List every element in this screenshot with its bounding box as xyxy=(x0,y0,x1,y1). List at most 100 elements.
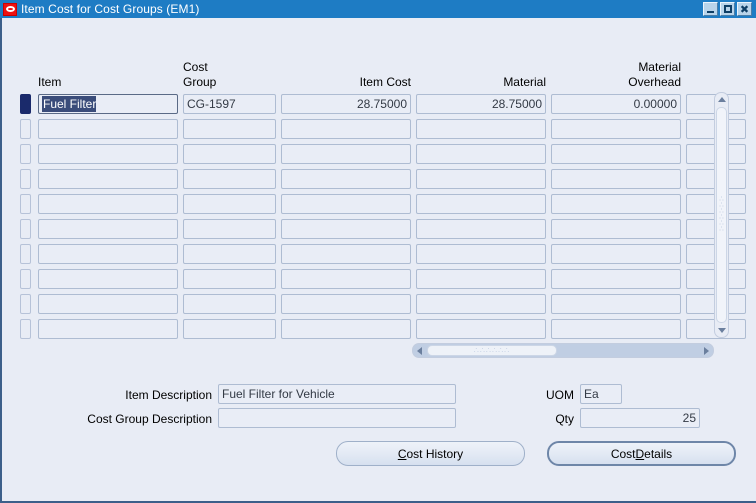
close-button[interactable]: ✖ xyxy=(737,2,752,16)
cell-cost_group[interactable] xyxy=(183,319,276,339)
cell-material[interactable] xyxy=(416,194,546,214)
cell-material[interactable] xyxy=(416,319,546,339)
table-row[interactable] xyxy=(20,167,746,192)
cell-item[interactable] xyxy=(38,319,178,339)
cell-material[interactable] xyxy=(416,219,546,239)
minimize-button[interactable] xyxy=(703,2,718,16)
table-row[interactable] xyxy=(20,242,746,267)
record-indicator[interactable] xyxy=(20,294,31,314)
cell-material[interactable] xyxy=(416,169,546,189)
maximize-button[interactable] xyxy=(720,2,735,16)
cell-item_cost[interactable] xyxy=(281,244,411,264)
cell-material_overhead[interactable]: 0.00000 xyxy=(551,94,681,114)
vertical-scroll-thumb[interactable]: ∴ ∴ ∴ ∴ ∴ ∴ xyxy=(716,107,727,323)
cell-item[interactable] xyxy=(38,169,178,189)
column-header-cost_group: Cost Group xyxy=(183,60,217,89)
record-indicator[interactable] xyxy=(20,219,31,239)
cell-item_cost[interactable] xyxy=(281,144,411,164)
cost-history-mnemonic: C xyxy=(397,446,407,461)
scroll-right-arrow-icon[interactable] xyxy=(700,344,713,357)
cell-cost_group[interactable] xyxy=(183,119,276,139)
close-icon: ✖ xyxy=(739,2,750,16)
cell-material[interactable] xyxy=(416,244,546,264)
uom-label: UOM xyxy=(546,388,574,402)
cell-material_overhead[interactable] xyxy=(551,244,681,264)
table-row[interactable] xyxy=(20,217,746,242)
cell-item_cost[interactable] xyxy=(281,294,411,314)
cell-item[interactable] xyxy=(38,244,178,264)
table-row[interactable] xyxy=(20,267,746,292)
cell-material[interactable]: 28.75000 xyxy=(416,94,546,114)
column-header-material: Material xyxy=(503,75,546,89)
uom-field[interactable]: Ea xyxy=(580,384,622,404)
cell-item_cost[interactable] xyxy=(281,194,411,214)
cost-group-description-field[interactable] xyxy=(218,408,456,428)
cost-history-label-post: ost History xyxy=(406,446,464,461)
table-row[interactable] xyxy=(20,192,746,217)
cost-details-mnemonic: D xyxy=(635,446,645,461)
item-description-field[interactable]: Fuel Filter for Vehicle xyxy=(218,384,456,404)
record-indicator[interactable] xyxy=(20,94,31,114)
table-row[interactable] xyxy=(20,317,746,342)
cell-cost_group[interactable] xyxy=(183,269,276,289)
record-indicator[interactable] xyxy=(20,244,31,264)
cell-item[interactable] xyxy=(38,194,178,214)
record-indicator[interactable] xyxy=(20,169,31,189)
cell-material_overhead[interactable] xyxy=(551,119,681,139)
record-indicator[interactable] xyxy=(20,144,31,164)
record-indicator[interactable] xyxy=(20,119,31,139)
cell-item_cost[interactable] xyxy=(281,119,411,139)
record-indicator[interactable] xyxy=(20,319,31,339)
column-header-item_cost: Item Cost xyxy=(359,75,411,89)
cost-details-button[interactable]: Cost Details xyxy=(547,441,736,466)
cell-cost_group[interactable]: CG-1597 xyxy=(183,94,276,114)
cell-item[interactable] xyxy=(38,294,178,314)
table-row[interactable] xyxy=(20,142,746,167)
cell-material_overhead[interactable] xyxy=(551,194,681,214)
cell-item_cost[interactable] xyxy=(281,269,411,289)
cell-item[interactable] xyxy=(38,219,178,239)
cost-history-button[interactable]: Cost History xyxy=(336,441,525,466)
record-indicator[interactable] xyxy=(20,194,31,214)
qty-field[interactable]: 25 xyxy=(580,408,700,428)
cell-material[interactable] xyxy=(416,294,546,314)
record-indicator[interactable] xyxy=(20,269,31,289)
cell-item[interactable]: Fuel Filter xyxy=(38,94,178,114)
cell-item_cost[interactable]: 28.75000 xyxy=(281,94,411,114)
cell-material_overhead[interactable] xyxy=(551,319,681,339)
cell-cost_group[interactable] xyxy=(183,169,276,189)
cell-material_overhead[interactable] xyxy=(551,294,681,314)
cell-cost_group[interactable] xyxy=(183,294,276,314)
cost-group-description-label: Cost Group Description xyxy=(87,412,212,426)
scroll-down-arrow-icon[interactable] xyxy=(715,324,728,337)
cost-details-label-pre: Cost xyxy=(610,446,636,461)
qty-label: Qty xyxy=(555,412,574,426)
cell-material[interactable] xyxy=(416,119,546,139)
scroll-left-arrow-icon[interactable] xyxy=(413,344,426,357)
cell-material_overhead[interactable] xyxy=(551,144,681,164)
cell-cost_group[interactable] xyxy=(183,144,276,164)
cell-cost_group[interactable] xyxy=(183,194,276,214)
cell-item[interactable] xyxy=(38,269,178,289)
table-row[interactable] xyxy=(20,292,746,317)
table-row[interactable]: Fuel Filter CG-1597 28.75000 28.75000 0.0000… xyxy=(20,92,746,117)
maximize-icon xyxy=(723,5,732,13)
cell-cost_group[interactable] xyxy=(183,244,276,264)
selected-text: Fuel Filter xyxy=(42,96,97,112)
cell-item_cost[interactable] xyxy=(281,169,411,189)
scroll-up-arrow-icon[interactable] xyxy=(715,93,728,106)
cell-material[interactable] xyxy=(416,269,546,289)
cell-material_overhead[interactable] xyxy=(551,169,681,189)
table-row[interactable] xyxy=(20,117,746,142)
cell-item_cost[interactable] xyxy=(281,319,411,339)
cell-item_cost[interactable] xyxy=(281,219,411,239)
grid-vertical-scrollbar[interactable]: ∴ ∴ ∴ ∴ ∴ ∴ xyxy=(714,92,729,338)
cell-item[interactable] xyxy=(38,144,178,164)
cell-material[interactable] xyxy=(416,144,546,164)
cell-material_overhead[interactable] xyxy=(551,219,681,239)
cell-material_overhead[interactable] xyxy=(551,269,681,289)
cell-cost_group[interactable] xyxy=(183,219,276,239)
grid-horizontal-scrollbar[interactable]: ∴∴∴∴∴∴ xyxy=(412,343,714,358)
horizontal-scroll-thumb[interactable]: ∴∴∴∴∴∴ xyxy=(427,345,557,356)
cell-item[interactable] xyxy=(38,119,178,139)
